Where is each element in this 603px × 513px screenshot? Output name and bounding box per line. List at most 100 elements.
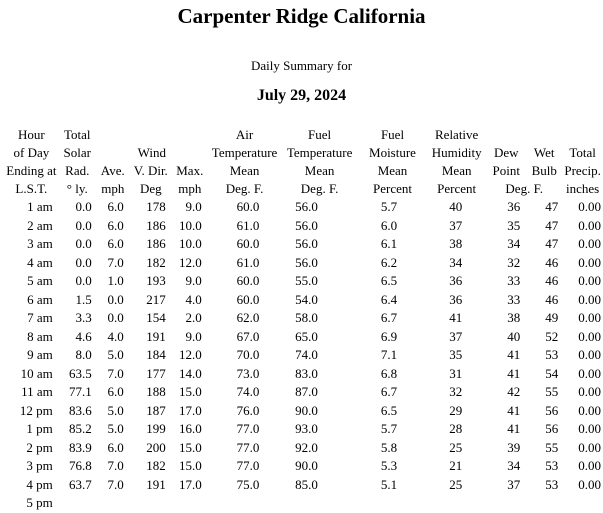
cell-precip xyxy=(562,494,603,513)
cell-wind-ave: 1.0 xyxy=(107,273,124,288)
cell-fuel-temp: 56.0 xyxy=(295,199,318,214)
header-hour: Hour of Day Ending at L.S.T. xyxy=(6,127,57,196)
cell-hour: 4 pm xyxy=(26,476,53,492)
cell-wet-bulb: 47 xyxy=(545,236,559,251)
cell-relative-humidity: 21 xyxy=(449,458,463,473)
header-wind-ave: Ave. mph xyxy=(100,163,125,196)
cell-fuel-temp: 85.0 xyxy=(295,476,318,492)
cell-dew-point: 41 xyxy=(507,421,521,436)
cell-hour: 12 pm xyxy=(19,402,53,418)
cell-relative-humidity: 41 xyxy=(449,310,463,325)
cell-fuel-temp: 92.0 xyxy=(295,439,318,455)
cell-hour: 5 pm xyxy=(26,495,53,510)
cell-air-temp xyxy=(208,494,282,513)
cell-wind-dir: 182 xyxy=(146,254,166,270)
table-row: 11 am 77.1 6.0 188 15.0 74.0 87.0 6.7 32 42 55 0.00 xyxy=(4,383,603,402)
cell-air-temp: 60.0 xyxy=(236,199,260,214)
table-row: 2 am 0.0 6.0 186 10.0 61.0 56.0 6.0 37 35 47 0.00 xyxy=(4,217,603,236)
cell-precip: 0.00 xyxy=(578,421,601,436)
cell-relative-humidity: 28 xyxy=(449,421,463,436)
cell-fuel-moisture: 6.9 xyxy=(380,328,398,344)
cell-fuel-temp: 56.0 xyxy=(295,217,318,233)
table-row: 5 pm xyxy=(4,494,603,513)
cell-precip: 0.00 xyxy=(578,384,601,399)
cell-fuel-moisture: 6.5 xyxy=(380,402,398,418)
cell-precip: 0.00 xyxy=(578,365,601,381)
table-row: 1 pm 85.2 5.0 199 16.0 77.0 93.0 5.7 28 41 56 0.00 xyxy=(4,420,603,439)
cell-air-temp: 60.0 xyxy=(236,291,260,307)
table-row: 5 am 0.0 1.0 193 9.0 60.0 55.0 6.5 36 33 46 0.00 xyxy=(4,272,603,291)
cell-dew-point: 32 xyxy=(507,254,521,270)
cell-wind-max: 12.0 xyxy=(179,254,202,270)
cell-precip: 0.00 xyxy=(578,328,601,344)
cell-air-temp: 60.0 xyxy=(236,273,260,288)
cell-solar xyxy=(59,494,96,513)
cell-fuel-temp: 65.0 xyxy=(295,328,318,344)
cell-dew-point: 34 xyxy=(507,236,521,251)
cell-fuel-temp: 54.0 xyxy=(295,291,318,307)
header-wet-bulb: Wet Bulb xyxy=(531,145,557,178)
header-solar: Total Solar Rad. ° ly. xyxy=(63,127,91,196)
cell-hour: 10 am xyxy=(20,365,53,381)
cell-precip: 0.00 xyxy=(578,273,601,288)
cell-wet-bulb: 56 xyxy=(545,421,559,436)
cell-precip: 0.00 xyxy=(578,458,601,473)
cell-dew-point: 39 xyxy=(507,439,521,455)
cell-wind-ave: 7.0 xyxy=(107,365,124,381)
cell-relative-humidity: 32 xyxy=(449,384,463,399)
cell-wet-bulb: 53 xyxy=(545,347,559,362)
cell-wet-bulb: 56 xyxy=(545,402,559,418)
cell-wind-max: 17.0 xyxy=(179,402,202,418)
cell-wind-ave: 6.0 xyxy=(107,384,124,399)
cell-fuel-moisture: 6.5 xyxy=(380,273,398,288)
cell-hour: 6 am xyxy=(27,291,53,307)
cell-air-temp: 60.0 xyxy=(236,236,260,251)
cell-fuel-moisture: 6.2 xyxy=(380,254,398,270)
cell-wind-dir: 188 xyxy=(146,384,166,399)
cell-dew-point: 33 xyxy=(507,273,521,288)
table-row: 8 am 4.6 4.0 191 9.0 67.0 65.0 6.9 37 40 52 0.00 xyxy=(4,328,603,347)
cell-wind-dir: 191 xyxy=(146,328,166,344)
cell-relative-humidity: 34 xyxy=(449,254,463,270)
cell-air-temp: 67.0 xyxy=(236,328,260,344)
cell-dew-point: 34 xyxy=(507,458,521,473)
table-row: 12 pm 83.6 5.0 187 17.0 76.0 90.0 6.5 29 41 56 0.00 xyxy=(4,402,603,421)
table-body: 1 am 0.0 6.0 178 9.0 60.0 56.0 5.7 40 36 47 0.00 2 a… xyxy=(4,198,603,513)
table-row: 4 am 0.0 7.0 182 12.0 61.0 56.0 6.2 34 32 46 0.00 xyxy=(4,254,603,273)
cell-wet-bulb: 53 xyxy=(545,476,559,492)
cell-wind-dir: 178 xyxy=(146,199,166,214)
cell-wind-max: 9.0 xyxy=(185,273,202,288)
cell-fuel-temp: 90.0 xyxy=(295,402,318,418)
cell-fuel-moisture: 6.8 xyxy=(380,365,398,381)
cell-solar: 85.2 xyxy=(69,421,92,436)
cell-wind-dir xyxy=(130,494,172,513)
cell-air-temp: 73.0 xyxy=(236,365,260,381)
header-fuel-temp: Fuel Temperature Mean Deg. F. xyxy=(286,127,353,196)
cell-solar: 8.0 xyxy=(75,347,92,362)
cell-wind-dir: 177 xyxy=(146,365,166,381)
cell-fuel-moisture: 5.1 xyxy=(380,476,398,492)
cell-fuel-temp: 55.0 xyxy=(295,273,318,288)
cell-wind-ave: 6.0 xyxy=(107,236,124,251)
cell-wet-bulb: 55 xyxy=(545,384,559,399)
cell-fuel-temp: 83.0 xyxy=(295,365,318,381)
cell-hour: 8 am xyxy=(27,328,53,344)
cell-dew-point: 42 xyxy=(507,384,521,399)
cell-solar: 83.6 xyxy=(69,402,92,418)
cell-wind-ave: 5.0 xyxy=(107,421,124,436)
cell-wet-bulb: 49 xyxy=(545,310,559,325)
page-title: Carpenter Ridge California xyxy=(177,4,426,28)
header-dew-wet: Dew Point Wet Bulb Deg. F. xyxy=(486,126,562,198)
cell-air-temp: 62.0 xyxy=(236,310,260,325)
cell-wet-bulb: 47 xyxy=(545,217,559,233)
cell-wind-ave: 0.0 xyxy=(107,310,124,325)
cell-wind-dir: 187 xyxy=(146,402,166,418)
cell-relative-humidity: 35 xyxy=(449,347,463,362)
cell-wind-max: 2.0 xyxy=(185,310,202,325)
cell-hour: 7 am xyxy=(27,310,53,325)
cell-relative-humidity: 31 xyxy=(449,365,463,381)
cell-precip: 0.00 xyxy=(578,310,601,325)
cell-wind-ave: 4.0 xyxy=(107,328,124,344)
header-air-temp: Air Temperature Mean Deg. F. xyxy=(211,127,278,196)
cell-fuel-temp: 56.0 xyxy=(295,236,318,251)
